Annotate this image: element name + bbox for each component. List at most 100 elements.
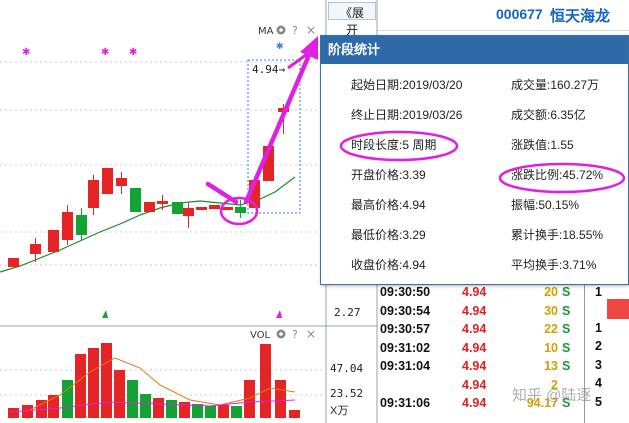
trade-row: 09:30:54 4.94 30 S	[378, 304, 584, 322]
stats-label: 最高价格:4.94	[351, 198, 426, 212]
stats-label: 终止日期:2019/03/26	[351, 108, 463, 122]
trade-price: 4.94	[462, 285, 487, 299]
trade-vol: 22	[544, 322, 558, 336]
trade-time: 09:31:06	[380, 396, 431, 410]
volume-bar	[75, 354, 86, 418]
trade-price: 4.94	[462, 340, 487, 355]
expand-button[interactable]: 《展开	[328, 2, 376, 37]
trade-row: 09:31:02 4.94 10 S	[378, 341, 584, 359]
order-level-number: 5	[595, 395, 602, 409]
candle-up	[144, 202, 155, 212]
candle-up	[209, 205, 220, 209]
trade-time: 09:30:57	[380, 322, 431, 336]
signal-marker: ✱	[22, 47, 30, 58]
volume-bar	[231, 406, 242, 418]
trade-side: S	[562, 322, 571, 336]
trade-time: 09:31:02	[380, 340, 431, 355]
trade-side: S	[562, 340, 571, 355]
signal-marker	[276, 310, 282, 318]
vol-axis-unit: X万	[330, 405, 348, 417]
trade-time: 09:30:54	[380, 303, 431, 318]
signal-marker: ✱	[276, 42, 284, 52]
trade-side: S	[562, 359, 571, 373]
volume-bar	[8, 408, 19, 418]
candle-up	[196, 207, 207, 210]
candle-up	[8, 258, 19, 267]
stats-label: 时段长度:5 周期	[351, 138, 437, 152]
volume-bar	[166, 400, 177, 418]
volume-bar	[140, 394, 151, 418]
trade-vol: 13	[544, 359, 558, 373]
trade-vol: 10	[544, 340, 558, 355]
close-icon[interactable]: ×	[306, 327, 316, 341]
candle-up	[222, 207, 233, 210]
candle-up	[102, 168, 113, 194]
signal-marker: ✱	[101, 47, 109, 58]
volume-indicator-bar	[607, 299, 629, 319]
stats-label: 收盘价格:4.94	[351, 258, 426, 272]
volume-bar	[127, 380, 138, 418]
volume-bar	[289, 410, 300, 418]
candle-up	[183, 208, 194, 216]
stock-code[interactable]: 000677	[496, 6, 543, 22]
volume-bar	[114, 370, 125, 418]
volume-bar	[205, 406, 216, 418]
high-price-label: 4.94→	[252, 63, 285, 76]
vol-axis-label: 47.04	[330, 362, 363, 375]
stock-header: 000677 恒天海龙	[378, 0, 629, 31]
help-icon[interactable]: ?	[292, 24, 298, 37]
stats-value: 振幅:50.15%	[511, 198, 580, 212]
trade-price: 4.94	[462, 377, 487, 392]
volume-bar	[22, 405, 33, 418]
order-level-number: 1	[595, 321, 602, 335]
stage-stats-panel[interactable]: 阶段统计 起始日期:2019/03/20 成交量:160.27万终止日期:2019…	[320, 35, 629, 285]
stats-label: 开盘价格:3.39	[351, 168, 426, 182]
close-icon[interactable]: ×	[306, 23, 316, 37]
order-level-number: 2	[595, 339, 602, 353]
stock-name[interactable]: 恒天海龙	[550, 5, 610, 26]
trade-price: 4.94	[462, 303, 487, 318]
volume-bar	[101, 343, 112, 418]
stats-label: 起始日期:2019/03/20	[351, 78, 463, 92]
watermark: 知乎 @陆逐	[512, 387, 592, 404]
trade-row: 09:31:04 4.94 13 S	[378, 359, 584, 377]
order-level-number: 3	[595, 358, 602, 372]
stats-value: 平均换手:3.71%	[511, 258, 597, 272]
candle-up	[48, 230, 59, 252]
volume-bar	[218, 405, 229, 418]
trade-side: S	[562, 285, 571, 299]
candle-down	[130, 188, 141, 212]
trade-price: 4.94	[462, 322, 487, 336]
trade-time: 09:31:04	[380, 359, 431, 373]
candle-up	[157, 201, 168, 204]
trade-time: 09:30:50	[380, 285, 431, 299]
trade-vol: 20	[544, 285, 558, 299]
volume-bar	[88, 348, 99, 418]
candle-down	[172, 202, 183, 214]
vol-indicator-label: VOL	[250, 330, 271, 341]
signal-marker	[102, 310, 108, 318]
stats-value: 累计换手:18.55%	[511, 228, 604, 242]
stats-value: 成交量:160.27万	[511, 78, 600, 92]
trade-vol: 30	[544, 303, 558, 318]
stats-value: 涨跌比例:45.72%	[511, 168, 604, 182]
candle-down	[235, 207, 246, 213]
stats-value: 涨跌值:1.55	[511, 138, 574, 152]
ma-indicator-label: MA	[258, 26, 274, 37]
price-axis-label: 2.27	[334, 306, 361, 319]
help-icon[interactable]: ?	[292, 328, 298, 341]
stats-label: 最低价格:3.29	[351, 228, 426, 242]
order-level-number: 1	[595, 285, 602, 299]
candles	[8, 104, 289, 267]
trade-price: 4.94	[462, 359, 487, 373]
order-level-number: 4	[595, 376, 602, 390]
trade-price: 4.94	[462, 396, 487, 410]
volume-bar	[153, 398, 164, 418]
stats-title: 阶段统计	[321, 36, 628, 64]
volume-bar	[275, 380, 286, 418]
stats-value: 成交额:6.35亿	[511, 108, 586, 122]
signal-marker: ✱	[129, 47, 137, 58]
volume-bar	[260, 344, 271, 418]
vol-axis-label: 23.52	[330, 387, 363, 400]
trade-row: 09:30:50 4.94 20 S	[378, 285, 584, 303]
